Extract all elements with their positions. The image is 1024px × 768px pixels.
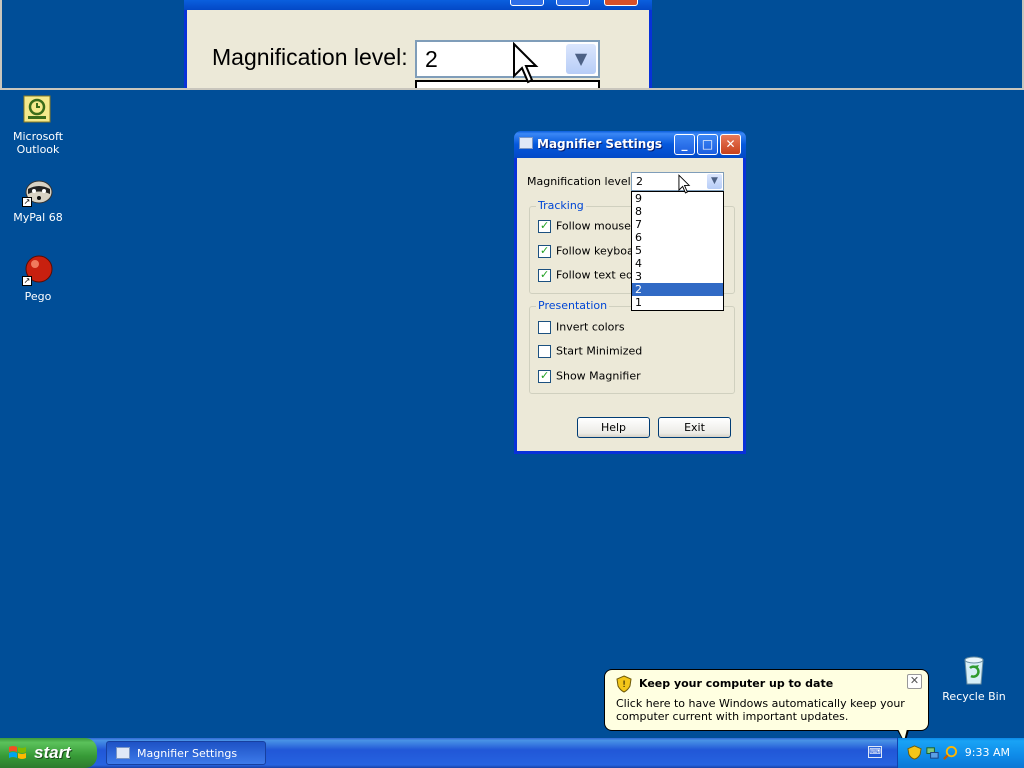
taskbar-button-label: Magnifier Settings [137,747,238,760]
chevron-down-icon: ▼ [566,44,596,74]
follow-keyboard-checkbox[interactable]: Follow keyboard [538,244,645,258]
tracking-group-title: Tracking [536,199,586,212]
checkbox-unchecked-icon[interactable] [538,320,551,334]
desktop-icon-label: Pego [24,290,52,303]
network-tray-icon[interactable] [925,745,940,760]
security-shield-tray-icon[interactable] [907,745,922,760]
chevron-down-icon[interactable]: ▼ [707,174,722,189]
dropdown-option[interactable]: 4 [632,257,723,270]
show-magnifier-checkbox[interactable]: Show Magnifier [538,369,641,383]
magnified-combo: 2 ▼ [415,40,600,78]
magnified-minimize-icon [510,0,544,6]
magnified-dropdown-edge [415,80,600,88]
balloon-close-button[interactable]: ✕ [907,674,922,689]
checkbox-checked-icon[interactable] [538,244,551,258]
taskbar-button-magnifier-settings[interactable]: Magnifier Settings [106,741,266,765]
magnifier-view: Magnification level: 2 ▼ [0,0,1024,90]
security-shield-icon: ! [616,675,632,693]
window-titlebar[interactable]: Magnifier Settings _ □ ✕ [514,131,746,158]
presentation-group: Presentation Invert colors Start Minimiz… [529,299,735,394]
svg-text:!: ! [622,680,626,690]
exit-button[interactable]: Exit [658,417,731,438]
windows-flag-icon [9,746,26,759]
start-label: start [34,743,71,762]
invert-colors-checkbox[interactable]: Invert colors [538,320,625,334]
checkbox-checked-icon[interactable] [538,268,551,282]
shortcut-arrow-icon: ↗ [22,276,32,286]
desktop-icon-recycle-bin[interactable]: Recycle Bin [936,654,1012,703]
desktop-icon-mypal[interactable]: ↗ MyPal 68 [0,175,76,224]
magnifier-app-icon [116,747,130,759]
pego-red-ball-icon: ↗ [22,254,54,286]
checkbox-checked-icon[interactable] [538,219,551,233]
combo-value: 2 [636,175,643,188]
follow-text-editing-checkbox[interactable]: Follow text editi [538,268,643,282]
keyboard-icon[interactable]: ⌨ [868,746,882,758]
checkbox-label: Invert colors [556,320,625,334]
shortcut-arrow-icon: ↗ [22,197,32,207]
dropdown-option[interactable]: 5 [632,244,723,257]
help-button[interactable]: Help [577,417,650,438]
system-tray: 9:33 AM [897,738,1024,768]
outlook-icon [22,94,54,126]
balloon-text: Click here to have Windows automatically… [616,697,905,723]
desktop-icon-pego[interactable]: ↗ Pego [0,254,76,303]
magnified-label: Magnification level: [212,44,408,70]
checkbox-label: Start Minimized [556,344,643,358]
start-minimized-checkbox[interactable]: Start Minimized [538,344,642,358]
mouse-cursor-icon [678,174,691,194]
desktop-icon-outlook[interactable]: Microsoft Outlook [0,94,76,156]
window-title: Magnifier Settings [537,137,663,151]
balloon-title: Keep your computer up to date [639,677,834,690]
minimize-button[interactable]: _ [674,134,695,155]
magnification-level-label: Magnification level: [527,175,635,188]
magnified-cursor-icon [513,42,539,84]
dropdown-option[interactable]: 6 [632,231,723,244]
magnifier-tray-icon[interactable] [943,745,958,760]
mypal-raccoon-icon: ↗ [22,175,54,207]
dropdown-option[interactable]: 7 [632,218,723,231]
dropdown-option[interactable]: 1 [632,296,723,309]
desktop-icon-label: Microsoft Outlook [12,130,64,156]
magnification-dropdown-list[interactable]: 9 8 7 6 5 4 3 2 1 [631,191,724,311]
magnified-close-icon [604,0,638,6]
desktop-icon-label: MyPal 68 [13,211,63,224]
presentation-group-title: Presentation [536,299,610,312]
maximize-button[interactable]: □ [697,134,718,155]
desktop-icon-label: Recycle Bin [942,690,1006,703]
magnified-combo-value: 2 [425,46,438,72]
checkbox-unchecked-icon[interactable] [538,344,551,358]
taskbar: start Magnifier Settings ⌨ 9:33 AM [0,738,1024,768]
clock: 9:33 AM [964,746,1010,759]
close-button[interactable]: ✕ [720,134,741,155]
dropdown-option[interactable]: 8 [632,205,723,218]
checkbox-label: Show Magnifier [556,369,641,383]
dropdown-option-selected[interactable]: 2 [632,283,723,296]
recycle-bin-icon [958,654,990,686]
start-button[interactable]: start [0,738,97,768]
magnifier-settings-window: Magnifier Settings _ □ ✕ Magnification l… [514,131,746,454]
magnified-maximize-icon [556,0,590,6]
update-notification-balloon[interactable]: ! Keep your computer up to date Click he… [604,669,929,744]
magnifier-app-icon [519,137,533,149]
dropdown-option[interactable]: 3 [632,270,723,283]
checkbox-checked-icon[interactable] [538,369,551,383]
